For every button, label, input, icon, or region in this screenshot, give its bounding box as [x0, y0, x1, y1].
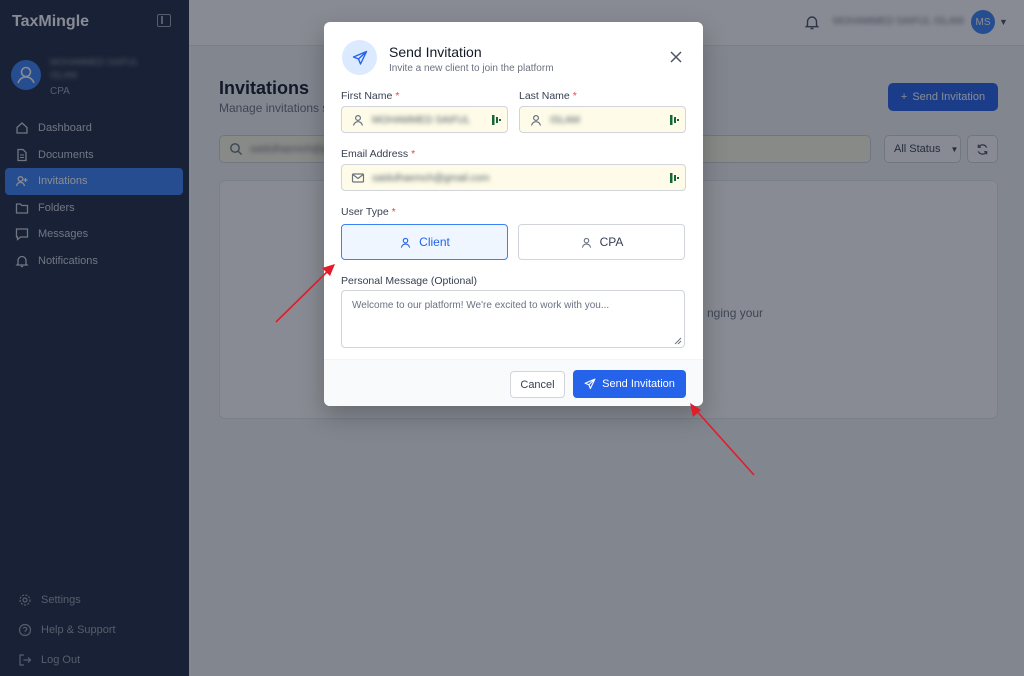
password-manager-icon[interactable] — [670, 172, 679, 184]
required-mark: * — [391, 206, 396, 218]
resize-handle-icon[interactable] — [673, 336, 682, 345]
last-name-value: ISLAM — [550, 115, 581, 126]
send-invitation-dialog: Send Invitation Invite a new client to j… — [324, 22, 703, 406]
user-icon — [581, 237, 591, 248]
send-invitation-submit-button[interactable]: Send Invitation — [573, 370, 686, 398]
mail-icon — [351, 173, 365, 183]
required-mark: * — [395, 90, 400, 102]
user-type-cpa-label: CPA — [599, 235, 624, 249]
user-type-client-button[interactable]: Client — [341, 224, 508, 260]
email-label: Email Address * — [341, 148, 416, 160]
first-name-label: First Name * — [341, 90, 400, 102]
dialog-subtitle: Invite a new client to join the platform — [389, 63, 554, 74]
send-invitation-submit-label: Send Invitation — [602, 378, 675, 390]
close-icon[interactable] — [669, 50, 683, 64]
email-field[interactable]: saidulhaemch@gmail.com — [341, 164, 686, 191]
dialog-title: Send Invitation — [389, 44, 482, 60]
last-name-label: Last Name * — [519, 90, 577, 102]
user-type-label: User Type * — [341, 206, 396, 218]
dialog-footer: Cancel Send Invitation — [324, 359, 703, 406]
first-name-value: MOHAMMED SAIFUL — [372, 115, 471, 126]
first-name-field[interactable]: MOHAMMED SAIFUL — [341, 106, 508, 133]
email-value: saidulhaemch@gmail.com — [372, 173, 490, 184]
user-icon — [530, 114, 542, 126]
personal-message-textarea[interactable]: Welcome to our platform! We're excited t… — [341, 290, 685, 348]
personal-message-label: Personal Message (Optional) — [341, 275, 477, 287]
last-name-field[interactable]: ISLAM — [519, 106, 686, 133]
user-icon — [352, 114, 364, 126]
required-mark: * — [572, 90, 577, 102]
user-type-cpa-button[interactable]: CPA — [518, 224, 685, 260]
required-mark: * — [411, 148, 416, 160]
send-icon — [342, 40, 377, 75]
personal-message-placeholder: Welcome to our platform! We're excited t… — [352, 300, 610, 311]
user-type-client-label: Client — [419, 235, 450, 249]
user-icon — [400, 237, 411, 248]
send-icon — [584, 378, 596, 390]
cancel-button[interactable]: Cancel — [510, 371, 565, 398]
password-manager-icon[interactable] — [670, 114, 679, 126]
password-manager-icon[interactable] — [492, 114, 501, 126]
